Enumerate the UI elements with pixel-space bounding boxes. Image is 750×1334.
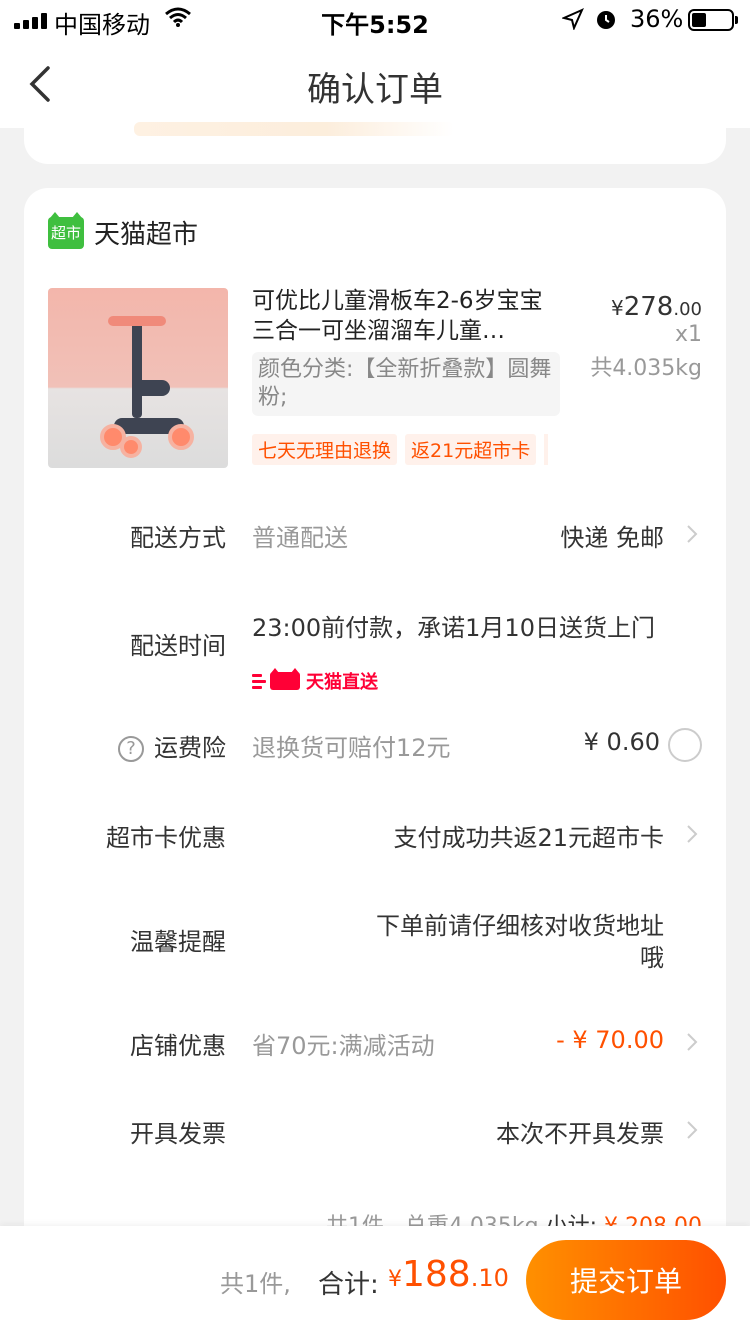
product-price: ¥278.00 <box>610 292 702 322</box>
battery-icon <box>688 9 738 31</box>
page-title: 确认订单 <box>307 70 443 110</box>
total-count: 共1件, <box>220 1270 291 1298</box>
chevron-right-icon <box>687 1033 698 1051</box>
address-card-border <box>134 122 454 136</box>
supermarket-card-label: 超市卡优惠 <box>106 824 226 852</box>
supermarket-card-value: 支付成功共返21元超市卡 <box>393 824 664 852</box>
shipping-insurance-price: ¥ 0.60 <box>583 728 660 756</box>
tmall-express-text: 天猫直送 <box>306 672 378 693</box>
total-amount: ¥188.10 <box>388 1254 509 1295</box>
tmall-supermarket-logo-icon: 超市 <box>48 211 84 249</box>
address-card[interactable] <box>24 108 726 164</box>
alarm-icon <box>597 11 615 29</box>
reminder-line-2: 哦 <box>640 944 664 972</box>
chevron-right-icon <box>687 1121 698 1139</box>
store-discount-value: - ¥ 70.00 <box>556 1026 664 1054</box>
delivery-method-row[interactable]: 配送方式 普通配送 快递 免邮 <box>24 518 726 558</box>
checkout-bar: 共1件, 合计: ¥188.10 提交订单 <box>0 1226 750 1334</box>
delivery-time-label: 配送时间 <box>130 632 226 660</box>
invoice-value: 本次不开具发票 <box>496 1120 664 1148</box>
invoice-row[interactable]: 开具发票 本次不开具发票 <box>24 1114 726 1154</box>
product-quantity: x1 <box>674 322 702 347</box>
reminder-row: 温馨提醒 下单前请仔细核对收货地址 哦 <box>24 906 726 976</box>
order-card: 超市 天猫超市 可优比儿童滑板车2-6岁宝宝三合一可坐溜溜车儿童… 颜色分类:【… <box>24 188 726 1334</box>
store-discount-row[interactable]: 店铺优惠 省70元:满减活动 - ¥ 70.00 <box>24 1026 726 1066</box>
shop-header[interactable]: 超市 天猫超市 <box>48 211 199 251</box>
question-icon[interactable]: ? <box>118 736 144 762</box>
tag-card-cashback: 返21元超市卡 <box>405 434 537 465</box>
product-image[interactable] <box>48 288 228 468</box>
chevron-right-icon <box>687 825 698 843</box>
reminder-line-1: 下单前请仔细核对收货地址 <box>376 912 664 940</box>
product-weight: 共4.035kg <box>590 356 702 381</box>
product-tags: 七天无理由退换 返21元超市卡 <box>252 434 549 465</box>
speed-lines-icon <box>252 673 266 689</box>
submit-order-button[interactable]: 提交订单 <box>526 1240 726 1320</box>
supermarket-card-row[interactable]: 超市卡优惠 支付成功共返21元超市卡 <box>24 818 726 858</box>
status-bar: 中国移动 下午5:52 36% <box>0 0 750 40</box>
invoice-label: 开具发票 <box>130 1120 226 1148</box>
shipping-insurance-label: ? 运费险 <box>118 728 226 763</box>
delivery-time-value: 23:00前付款，承诺1月10日送货上门 <box>252 614 655 642</box>
total-label: 合计: <box>318 1270 379 1300</box>
tmall-express-badge: 天猫直送 <box>252 668 378 694</box>
battery-percent: 36% <box>630 5 684 33</box>
shipping-insurance-sub: 退换货可赔付12元 <box>252 734 451 762</box>
shipping-insurance-row[interactable]: ? 运费险 退换货可赔付12元 ¥ 0.60 <box>24 728 726 768</box>
reminder-label: 温馨提醒 <box>130 928 226 956</box>
delivery-method-sub: 普通配送 <box>252 524 348 552</box>
shop-name: 天猫超市 <box>94 220 199 250</box>
store-discount-sub: 省70元:满减活动 <box>252 1032 435 1060</box>
delivery-method-value: 快递 免邮 <box>560 524 664 552</box>
location-icon <box>562 8 584 30</box>
product-spec: 颜色分类:【全新折叠款】圆舞粉; <box>252 352 560 416</box>
chevron-right-icon <box>687 525 698 543</box>
tmall-cat-icon <box>270 668 300 690</box>
tag-return: 七天无理由退换 <box>252 434 398 465</box>
store-discount-label: 店铺优惠 <box>130 1032 226 1060</box>
delivery-time-row: 配送时间 23:00前付款，承诺1月10日送货上门 天猫直送 <box>24 608 726 698</box>
product-title[interactable]: 可优比儿童滑板车2-6岁宝宝三合一可坐溜溜车儿童… <box>252 286 552 346</box>
shipping-insurance-radio[interactable] <box>668 728 702 762</box>
delivery-method-label: 配送方式 <box>130 524 226 552</box>
tag-overflow <box>544 434 549 465</box>
